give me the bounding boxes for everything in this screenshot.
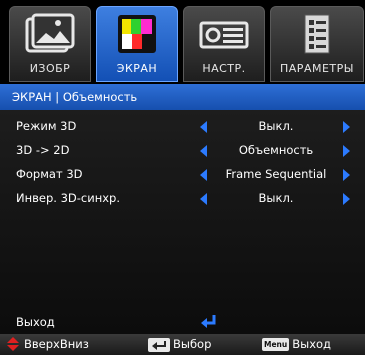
breadcrumb-text: ЭКРАН | Объемность <box>12 90 138 104</box>
updown-arrows-icon <box>7 337 19 351</box>
projector-settings-icon <box>198 13 250 57</box>
tab-settings[interactable]: НАСТР. <box>183 6 265 82</box>
row-value: Frame Sequential <box>225 167 327 181</box>
breadcrumb: ЭКРАН | Объемность <box>0 84 365 110</box>
left-arrow-icon[interactable] <box>200 169 207 181</box>
left-arrow-icon[interactable] <box>200 121 207 133</box>
right-arrow-icon[interactable] <box>343 145 350 157</box>
right-arrow-icon[interactable] <box>343 169 350 181</box>
help-bar: ВверхВниз Выбор Menu Выход <box>0 334 365 355</box>
left-arrow-icon[interactable] <box>200 193 207 205</box>
tab-bar: ИЗОБР ЭКРАН НАСТР. ПАРАМЕТРЫ <box>0 0 365 84</box>
screen-icon <box>111 13 163 57</box>
menu-row-3d-format[interactable]: Формат 3D Frame Sequential <box>0 162 365 188</box>
tab-screen[interactable]: ЭКРАН <box>96 6 178 82</box>
row-label: Инвер. 3D-синхр. <box>16 191 120 205</box>
tab-label: НАСТР. <box>202 62 246 75</box>
osd-menu: ИЗОБР ЭКРАН НАСТР. ПАРАМЕТРЫ ЭКРАН | Объ… <box>0 0 365 355</box>
row-value: Выкл. <box>258 119 294 133</box>
tab-image[interactable]: ИЗОБР <box>9 6 91 82</box>
menu-row-3d-mode[interactable]: Режим 3D Выкл. <box>0 114 365 140</box>
menu-row-3d-to-2d[interactable]: 3D -> 2D Объемность <box>0 138 365 164</box>
row-label: Формат 3D <box>16 167 83 181</box>
help-select-label: Выбор <box>173 337 212 351</box>
right-arrow-icon[interactable] <box>343 193 350 205</box>
help-exit: Menu Выход <box>262 337 331 351</box>
tab-label: ИЗОБР <box>29 62 71 75</box>
help-exit-label: Выход <box>292 337 331 351</box>
tab-label: ПАРАМЕТРЫ <box>280 62 354 75</box>
picture-icon <box>24 13 76 57</box>
exit-label: Выход <box>16 315 55 329</box>
help-updown-label: ВверхВниз <box>24 337 89 351</box>
tab-label: ЭКРАН <box>116 62 158 75</box>
enter-arrow-icon[interactable] <box>200 314 218 334</box>
menu-key-icon: Menu <box>262 338 290 351</box>
row-value: Выкл. <box>258 191 294 205</box>
row-value: Объемность <box>238 143 314 157</box>
menu-row-exit[interactable]: Выход <box>0 312 365 334</box>
right-arrow-icon[interactable] <box>343 121 350 133</box>
enter-key-icon <box>148 337 170 352</box>
left-arrow-icon[interactable] <box>200 145 207 157</box>
row-label: 3D -> 2D <box>16 143 70 157</box>
help-select: Выбор <box>148 337 211 352</box>
options-document-icon <box>291 13 343 57</box>
menu-body: Режим 3D Выкл. 3D -> 2D Объемность Форма… <box>0 110 365 334</box>
menu-row-3d-sync-invert[interactable]: Инвер. 3D-синхр. Выкл. <box>0 186 365 212</box>
row-label: Режим 3D <box>16 119 77 133</box>
help-updown: ВверхВниз <box>7 337 89 351</box>
tab-options[interactable]: ПАРАМЕТРЫ <box>270 6 364 82</box>
